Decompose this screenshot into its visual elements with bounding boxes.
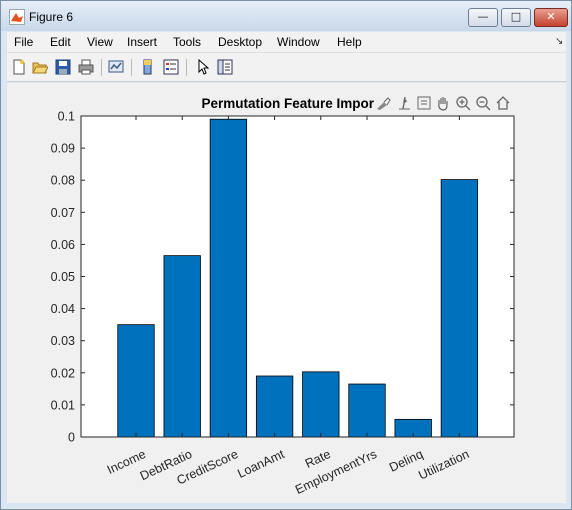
edit-plot-icon[interactable] bbox=[195, 59, 211, 75]
close-icon: ✕ bbox=[546, 10, 556, 23]
legend-icon[interactable] bbox=[163, 59, 179, 75]
menu-edit[interactable]: Edit bbox=[50, 35, 71, 49]
bar-debtratio bbox=[163, 255, 201, 438]
zoom-out-icon[interactable] bbox=[476, 96, 491, 111]
menu-view[interactable]: View bbox=[87, 35, 113, 49]
property-inspector-icon[interactable] bbox=[217, 59, 233, 75]
toolbar-separator bbox=[131, 59, 132, 76]
y-tick-label: 0.05 bbox=[51, 270, 75, 284]
menu-file[interactable]: File bbox=[14, 35, 33, 49]
bar-employmentyrs bbox=[348, 383, 386, 438]
brush-icon[interactable] bbox=[377, 97, 391, 110]
maximize-button[interactable]: □ bbox=[501, 8, 531, 27]
link-plot-icon[interactable] bbox=[108, 59, 124, 75]
menu-help[interactable]: Help bbox=[337, 35, 362, 49]
y-tick-label: 0.09 bbox=[51, 142, 75, 156]
x-tick-label: Utilization bbox=[416, 447, 471, 483]
menu-desktop[interactable]: Desktop bbox=[218, 35, 262, 49]
home-icon[interactable] bbox=[496, 96, 510, 110]
zoom-in-icon[interactable] bbox=[456, 96, 471, 111]
minimize-button[interactable]: — bbox=[468, 8, 498, 27]
open-file-icon[interactable] bbox=[32, 59, 48, 75]
print-icon[interactable] bbox=[78, 59, 94, 75]
y-tick-label: 0.1 bbox=[58, 110, 75, 124]
title-bar[interactable]: Figure 6 — □ ✕ bbox=[1, 1, 571, 31]
figure-toolbar bbox=[7, 53, 566, 82]
colorbar-icon[interactable] bbox=[140, 59, 156, 75]
bar-chart[interactable]: IncomeDebtRatioCreditScoreLoanAmt RateEmp… bbox=[7, 83, 566, 503]
bar-loanamt bbox=[255, 375, 294, 438]
pan-icon[interactable] bbox=[438, 97, 448, 111]
y-tick-label: 0.06 bbox=[51, 238, 75, 252]
figure-canvas[interactable]: Income DebtRatio CreditScore LoanAmt Rate Emp… bbox=[7, 83, 566, 503]
data-cursor-icon[interactable] bbox=[399, 96, 410, 110]
save-icon[interactable] bbox=[55, 59, 71, 75]
matlab-icon bbox=[9, 9, 25, 25]
bar-rate bbox=[302, 371, 340, 438]
axes-toolbar bbox=[377, 96, 510, 111]
dock-arrow-icon[interactable]: ↘ bbox=[555, 36, 563, 47]
toolbar-separator bbox=[101, 59, 102, 76]
new-figure-icon[interactable] bbox=[11, 59, 27, 75]
menu-tools[interactable]: Tools bbox=[173, 35, 201, 49]
bar-utilization bbox=[440, 179, 479, 438]
chart-title: Permutation Feature Impor bbox=[201, 96, 374, 111]
y-tick-label: 0.04 bbox=[51, 302, 75, 316]
bar-creditscore bbox=[209, 118, 248, 438]
menu-bar: File Edit View Insert Tools Desktop Wind… bbox=[7, 32, 566, 53]
figure-window: Figure 6 — □ ✕ File Edit View Insert Too… bbox=[0, 0, 572, 510]
bar-income bbox=[117, 324, 155, 438]
toolbar-separator bbox=[186, 59, 187, 76]
y-tick-label: 0.03 bbox=[51, 334, 75, 348]
close-button[interactable]: ✕ bbox=[534, 8, 568, 27]
x-tick-label: LoanAmt bbox=[235, 447, 287, 481]
y-tick-label: 0.01 bbox=[51, 398, 75, 412]
y-tick-label: 0 bbox=[68, 431, 75, 445]
x-tick-label: EmploymentYrs bbox=[293, 447, 379, 497]
window-title: Figure 6 bbox=[29, 10, 74, 24]
restore-view-icon[interactable] bbox=[417, 96, 431, 110]
minimize-icon: — bbox=[477, 10, 489, 23]
y-tick-label: 0.02 bbox=[51, 366, 75, 380]
maximize-icon: □ bbox=[510, 10, 522, 23]
y-tick-label: 0.08 bbox=[51, 174, 75, 188]
menu-window[interactable]: Window bbox=[277, 35, 320, 49]
menu-insert[interactable]: Insert bbox=[127, 35, 157, 49]
y-tick-label: 0.07 bbox=[51, 206, 75, 220]
